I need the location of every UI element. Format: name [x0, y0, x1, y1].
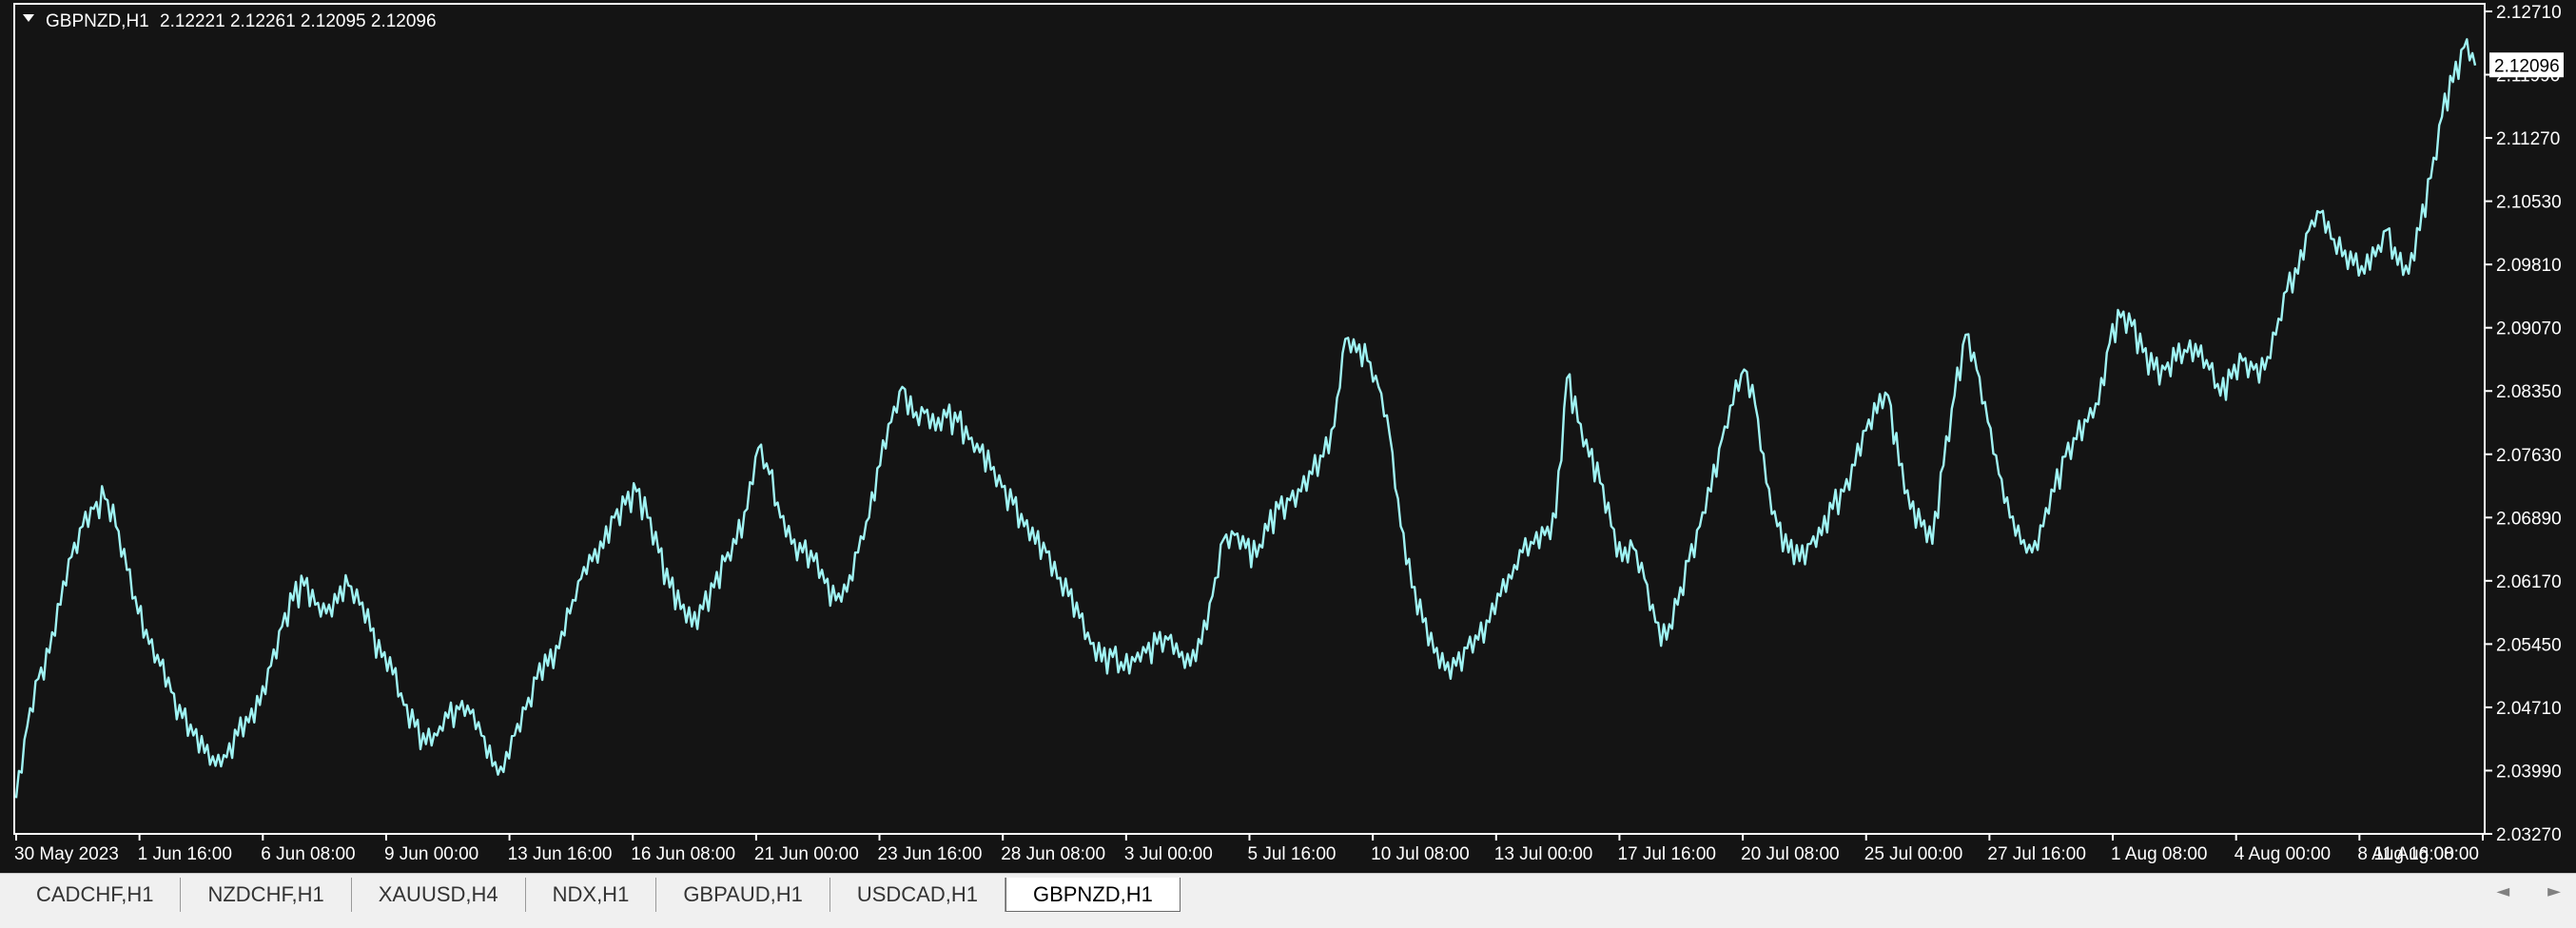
y-tick-label: 2.09810 — [2496, 256, 2562, 276]
y-tick-label: 2.06890 — [2496, 509, 2562, 529]
last-price-label: 2.12096 — [2494, 56, 2560, 76]
last-price-tag: 2.12096 — [2489, 52, 2564, 78]
x-tick-label: 27 Jul 16:00 — [1987, 844, 2086, 864]
tab-ndx-h1[interactable]: NDX,H1 — [526, 878, 657, 912]
x-tick-label: 13 Jun 16:00 — [508, 844, 613, 864]
chart-tab-bar: CADCHF,H1 NZDCHF,H1 XAUUSD,H4 NDX,H1 GBPAUD,… — [0, 873, 2576, 928]
y-tick-label: 2.10530 — [2496, 193, 2562, 213]
x-tick-label: 3 Jul 00:00 — [1124, 844, 1213, 864]
x-tick-label: 10 Jul 08:00 — [1371, 844, 1470, 864]
tab-nzdchf-h1[interactable]: NZDCHF,H1 — [181, 878, 352, 912]
tab-gbpaud-h1[interactable]: GBPAUD,H1 — [656, 878, 830, 912]
x-tick-label: 13 Jul 00:00 — [1494, 844, 1593, 864]
chart-tabs: CADCHF,H1 NZDCHF,H1 XAUUSD,H4 NDX,H1 GBPAUD,… — [10, 878, 1181, 914]
symbol-header[interactable]: GBPNZD,H1 2.12221 2.12261 2.12095 2.1209… — [23, 11, 437, 31]
x-tick-label: 28 Jun 08:00 — [1001, 844, 1105, 864]
ohlc-values: 2.12221 2.12261 2.12095 2.12096 — [160, 11, 437, 31]
y-tick-label: 2.09070 — [2496, 319, 2562, 339]
x-tick-label: 1 Jun 16:00 — [138, 844, 232, 864]
y-tick-label: 2.08350 — [2496, 382, 2562, 402]
x-tick-label: 25 Jul 00:00 — [1864, 844, 1963, 864]
y-tick-label: 2.05450 — [2496, 635, 2562, 655]
x-axis: 30 May 2023 1 Jun 16:00 6 Jun 08:00 9 Jun 0… — [14, 834, 2484, 864]
x-tick-label: 6 Jun 08:00 — [261, 844, 355, 864]
y-tick-label: 2.11270 — [2496, 129, 2560, 149]
symbol-label: GBPNZD,H1 — [46, 11, 149, 31]
price-chart[interactable]: GBPNZD,H1 2.12221 2.12261 2.12095 2.1209… — [0, 0, 2576, 873]
y-tick-label: 2.12710 — [2496, 3, 2562, 23]
x-tick-label: 23 Jun 16:00 — [878, 844, 983, 864]
x-tick-label: 21 Jun 00:00 — [754, 844, 859, 864]
scroll-right-icon[interactable]: ► — [2547, 881, 2561, 901]
tab-gbpnzd-h1[interactable]: GBPNZD,H1 — [1005, 878, 1181, 912]
x-tick-label: 5 Jul 16:00 — [1248, 844, 1337, 864]
x-tick-label: 1 Aug 08:00 — [2111, 844, 2207, 864]
x-tick-label: 17 Jul 16:00 — [1617, 844, 1716, 864]
y-tick-label: 2.06170 — [2496, 572, 2562, 592]
series-layer — [14, 38, 2477, 799]
x-tick-label: 20 Jul 08:00 — [1741, 844, 1840, 864]
y-tick-label: 2.03270 — [2496, 825, 2562, 845]
tab-cadchf-h1[interactable]: CADCHF,H1 — [10, 878, 182, 912]
plot-frame — [13, 3, 2486, 835]
x-tick-label: 30 May 2023 — [14, 844, 119, 864]
scroll-left-icon[interactable]: ◄ — [2496, 881, 2509, 901]
app: GBPNZD,H1 2.12221 2.12261 2.12095 2.1209… — [0, 0, 2576, 928]
x-tick-label: 9 Jun 00:00 — [384, 844, 478, 864]
tab-xauusd-h4[interactable]: XAUUSD,H4 — [352, 878, 526, 912]
y-tick-label: 2.04710 — [2496, 699, 2562, 719]
chart-area[interactable]: GBPNZD,H1 2.12221 2.12261 2.12095 2.1209… — [0, 0, 2576, 873]
x-tick-label: 16 Jun 08:00 — [631, 844, 735, 864]
x-tick-label: 11 Aug 08:00 — [2373, 844, 2479, 864]
tab-scroll-controls: ◄ ► — [2496, 881, 2561, 901]
triangle-down-icon[interactable] — [23, 14, 34, 22]
x-tick-label: 4 Aug 00:00 — [2234, 844, 2331, 864]
price-series-line — [14, 38, 2477, 799]
tab-usdcad-h1[interactable]: USDCAD,H1 — [830, 878, 1005, 912]
y-tick-label: 2.03990 — [2496, 762, 2562, 782]
y-tick-label: 2.07630 — [2496, 446, 2562, 466]
y-axis: 2.127102.119902.112702.105302.098102.090… — [2485, 3, 2562, 845]
